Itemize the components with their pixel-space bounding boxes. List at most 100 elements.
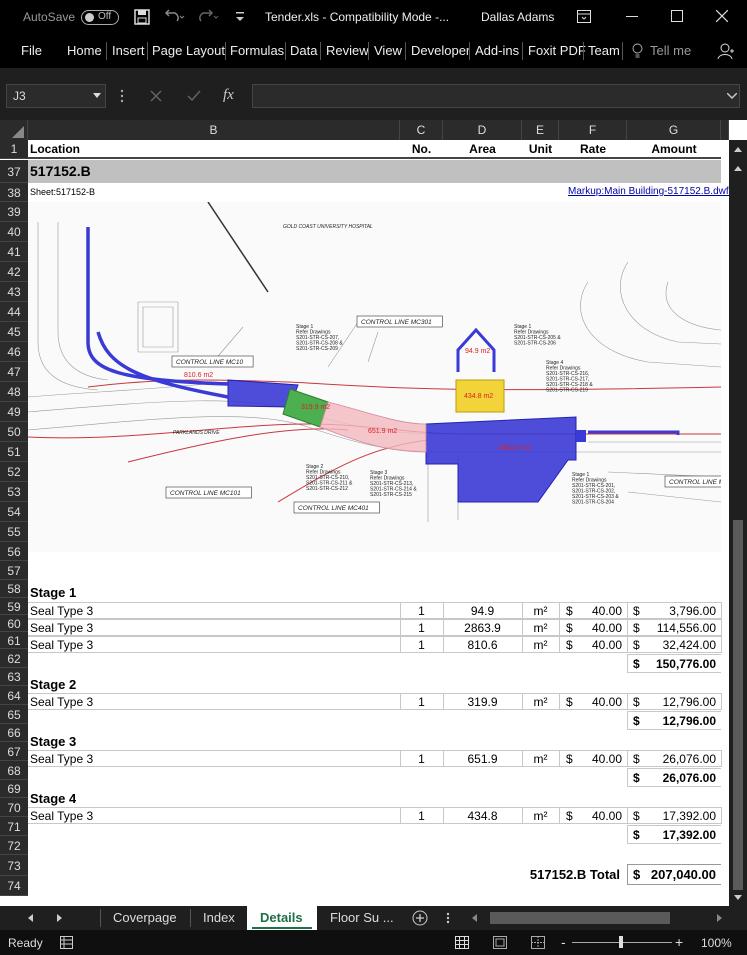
zoom-out-button[interactable]: - (561, 934, 566, 950)
item-unit[interactable]: m² (522, 604, 559, 618)
vertical-scrollbar[interactable] (729, 160, 747, 906)
row-header-6[interactable]: 43 (0, 282, 28, 302)
item-description[interactable]: Seal Type 3 (30, 809, 93, 823)
maximize-icon[interactable] (671, 10, 683, 22)
scroll-down-icon[interactable] (729, 888, 747, 906)
stage-title[interactable]: Stage 1 (30, 585, 76, 600)
row-header-17[interactable]: 54 (0, 502, 28, 522)
stage-subtotal[interactable]: 12,796.00 (627, 714, 716, 728)
header-unit[interactable]: Unit (522, 142, 559, 156)
tell-me-search[interactable]: Tell me (650, 43, 691, 58)
row-header-16[interactable]: 53 (0, 482, 28, 502)
column-header-f[interactable]: F (559, 120, 627, 140)
row-header-11[interactable]: 48 (0, 382, 28, 402)
item-unit[interactable]: m² (522, 638, 559, 652)
item-description[interactable]: Seal Type 3 (30, 621, 93, 635)
more-sheets-icon[interactable] (446, 912, 450, 924)
item-count[interactable]: 1 (400, 638, 443, 652)
header-location[interactable]: Location (30, 142, 80, 156)
row-header-29[interactable]: 66 (0, 724, 28, 742)
header-area[interactable]: Area (443, 142, 522, 156)
autosave-toggle[interactable]: Off (81, 10, 119, 25)
row-header-31[interactable]: 68 (0, 761, 28, 780)
formula-bar-grip-icon[interactable] (120, 89, 124, 103)
section-title[interactable]: 517152.B (30, 163, 91, 179)
name-box[interactable]: J3 (6, 84, 106, 108)
redo-icon[interactable] (197, 9, 219, 25)
confirm-entry-icon[interactable] (187, 90, 201, 102)
user-name[interactable]: Dallas Adams (481, 10, 554, 24)
ribbon-display-options-icon[interactable] (577, 10, 591, 23)
grand-total-value[interactable]: 207,040.00 (627, 867, 716, 882)
header-rate[interactable]: Rate (559, 142, 627, 156)
item-count[interactable]: 1 (400, 809, 443, 823)
tab-home[interactable]: Home (67, 43, 102, 58)
share-icon[interactable] (717, 42, 735, 60)
tab-foxit-pdf[interactable]: Foxit PDF (528, 43, 586, 58)
minimize-icon[interactable] (626, 16, 638, 18)
stage-subtotal[interactable]: 150,776.00 (627, 657, 716, 671)
row-header-22[interactable]: 59 (0, 598, 28, 615)
stage-subtotal[interactable]: 17,392.00 (627, 828, 716, 842)
stage-title[interactable]: Stage 3 (30, 734, 76, 749)
horizontal-scroll-thumb[interactable] (490, 912, 670, 924)
row-header-23[interactable]: 60 (0, 615, 28, 632)
item-rate[interactable]: 40.00 (559, 638, 622, 652)
item-amount[interactable]: 3,796.00 (627, 604, 716, 618)
item-amount[interactable]: 26,076.00 (627, 752, 716, 766)
row-header-34[interactable]: 71 (0, 817, 28, 836)
item-description[interactable]: Seal Type 3 (30, 604, 93, 618)
column-header-g[interactable]: G (627, 120, 721, 140)
tab-review[interactable]: Review (326, 43, 369, 58)
item-unit[interactable]: m² (522, 809, 559, 823)
row-header-5[interactable]: 42 (0, 262, 28, 282)
sheet-tab-floor-summary[interactable]: Floor Su ... (330, 910, 394, 925)
tab-formulas[interactable]: Formulas (230, 43, 284, 58)
row-header-18[interactable]: 55 (0, 522, 28, 542)
sheet-tab-coverpage[interactable]: Coverpage (113, 910, 177, 925)
row-header-28[interactable]: 65 (0, 705, 28, 724)
markup-link[interactable]: Markup:Main Building-517152.B.dwfx (568, 186, 734, 197)
cancel-entry-icon[interactable] (150, 90, 162, 102)
row-header-8[interactable]: 45 (0, 322, 28, 342)
grand-total-label[interactable]: 517152.B Total (400, 867, 620, 882)
next-sheet-icon[interactable] (55, 914, 63, 922)
row-header-0[interactable]: 37 (0, 160, 28, 183)
zoom-level[interactable]: 100% (701, 936, 732, 950)
tab-add-ins[interactable]: Add-ins (475, 43, 519, 58)
item-count[interactable]: 1 (400, 752, 443, 766)
item-count[interactable]: 1 (400, 621, 443, 635)
zoom-in-button[interactable]: + (675, 934, 683, 950)
row-header-37[interactable]: 74 (0, 876, 28, 896)
item-unit[interactable]: m² (522, 621, 559, 635)
item-description[interactable]: Seal Type 3 (30, 752, 93, 766)
item-rate[interactable]: 40.00 (559, 695, 622, 709)
sheet-tab-details[interactable]: Details (260, 910, 303, 925)
row-header-3[interactable]: 40 (0, 222, 28, 242)
row-header-4[interactable]: 41 (0, 242, 28, 262)
worksheet-grid[interactable]: B C D E F G 1 Location No. Area Unit Rat… (0, 120, 747, 906)
item-area[interactable]: 434.8 (443, 809, 522, 823)
previous-sheet-icon[interactable] (27, 914, 35, 922)
header-amount[interactable]: Amount (627, 142, 721, 156)
column-header-c[interactable]: C (400, 120, 443, 140)
zoom-slider-thumb[interactable] (619, 936, 623, 948)
column-header-b[interactable]: B (28, 120, 400, 140)
page-break-preview-icon[interactable] (531, 936, 545, 949)
item-amount[interactable]: 114,556.00 (627, 621, 716, 635)
row-header-27[interactable]: 64 (0, 686, 28, 705)
site-plan-drawing[interactable]: 94.9 m2 810.6 m2 434.8 m2 319.9 m2 651.9 m2 2… (28, 202, 721, 552)
item-description[interactable]: Seal Type 3 (30, 695, 93, 709)
formula-input[interactable] (252, 84, 740, 108)
stage-title[interactable]: Stage 2 (30, 677, 76, 692)
row-header-26[interactable]: 63 (0, 668, 28, 686)
header-no[interactable]: No. (400, 142, 443, 156)
save-icon[interactable] (134, 9, 150, 25)
item-area[interactable]: 810.6 (443, 638, 522, 652)
tab-page-layout[interactable]: Page Layout (152, 43, 225, 58)
item-area[interactable]: 319.9 (443, 695, 522, 709)
item-amount[interactable]: 32,424.00 (627, 638, 716, 652)
item-count[interactable]: 1 (400, 695, 443, 709)
row-header-2[interactable]: 39 (0, 202, 28, 222)
stage-title[interactable]: Stage 4 (30, 791, 76, 806)
